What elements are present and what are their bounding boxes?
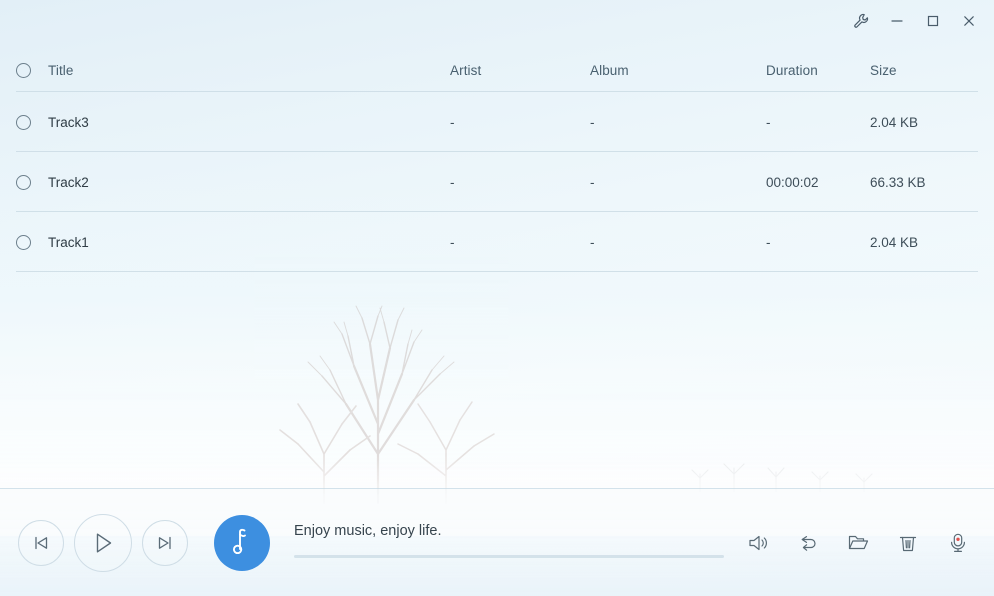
cell-album: -: [590, 234, 595, 250]
cell-artist: -: [450, 234, 455, 250]
cell-size: 66.33 KB: [870, 174, 926, 190]
close-icon[interactable]: [954, 6, 984, 36]
loop-icon: [797, 532, 819, 554]
trash-icon: [897, 532, 919, 554]
volume-button[interactable]: [744, 529, 772, 557]
now-playing-text: Enjoy music, enjoy life.: [294, 523, 442, 539]
progress-bar[interactable]: [294, 555, 724, 558]
transport-controls: [0, 513, 188, 572]
player-tools: [744, 529, 994, 557]
background-tree-main: [250, 304, 510, 504]
cell-artist: -: [450, 174, 455, 190]
table-row[interactable]: Track1 - - - 2.04 KB: [0, 212, 994, 272]
record-button[interactable]: [944, 529, 972, 557]
open-folder-button[interactable]: [844, 529, 872, 557]
cell-size: 2.04 KB: [870, 234, 919, 250]
background-tree-far: [690, 452, 890, 492]
maximize-icon[interactable]: [918, 6, 948, 36]
checkbox-circle-icon: [16, 174, 31, 190]
previous-track-button[interactable]: [18, 519, 64, 566]
select-all-checkbox[interactable]: [16, 62, 48, 78]
track-table: Title Artist Album Duration Size Track3 …: [0, 48, 994, 272]
delete-button[interactable]: [894, 529, 922, 557]
album-art[interactable]: [214, 514, 270, 571]
settings-wrench-icon[interactable]: [846, 6, 876, 36]
minimize-icon[interactable]: [882, 6, 912, 36]
play-icon: [90, 530, 116, 556]
cell-title: Track1: [48, 234, 89, 250]
next-icon: [155, 533, 175, 553]
checkbox-circle-icon: [16, 62, 31, 78]
previous-icon: [31, 533, 51, 553]
folder-icon: [847, 531, 870, 554]
cell-album: -: [590, 114, 595, 130]
microphone-icon: [947, 532, 969, 554]
table-header-row: Title Artist Album Duration Size: [0, 48, 994, 92]
cell-title: Track3: [48, 114, 89, 130]
column-header-size[interactable]: Size: [870, 63, 978, 78]
repeat-button[interactable]: [794, 529, 822, 557]
player-bar: Enjoy music, enjoy life.: [0, 488, 994, 596]
cell-duration: 00:00:02: [766, 174, 819, 190]
checkbox-circle-icon: [16, 114, 31, 130]
next-track-button[interactable]: [142, 519, 188, 566]
row-checkbox[interactable]: [16, 114, 48, 130]
now-playing: Enjoy music, enjoy life.: [294, 523, 724, 562]
cell-artist: -: [450, 114, 455, 130]
cell-album: -: [590, 174, 595, 190]
column-header-title[interactable]: Title: [48, 63, 450, 78]
checkbox-circle-icon: [16, 234, 31, 250]
table-row[interactable]: Track2 - - 00:00:02 66.33 KB: [0, 152, 994, 212]
column-header-duration[interactable]: Duration: [766, 63, 870, 78]
row-checkbox[interactable]: [16, 234, 48, 250]
play-button[interactable]: [74, 513, 132, 572]
speaker-icon: [747, 532, 769, 554]
row-checkbox[interactable]: [16, 174, 48, 190]
music-player-window: Title Artist Album Duration Size Track3 …: [0, 0, 994, 596]
cell-title: Track2: [48, 174, 89, 190]
cell-size: 2.04 KB: [870, 114, 919, 130]
cell-duration: -: [766, 114, 771, 130]
column-header-album[interactable]: Album: [590, 63, 766, 78]
column-header-artist[interactable]: Artist: [450, 63, 590, 78]
cell-duration: -: [766, 234, 771, 250]
title-bar: [0, 0, 994, 42]
table-row[interactable]: Track3 - - - 2.04 KB: [0, 92, 994, 152]
